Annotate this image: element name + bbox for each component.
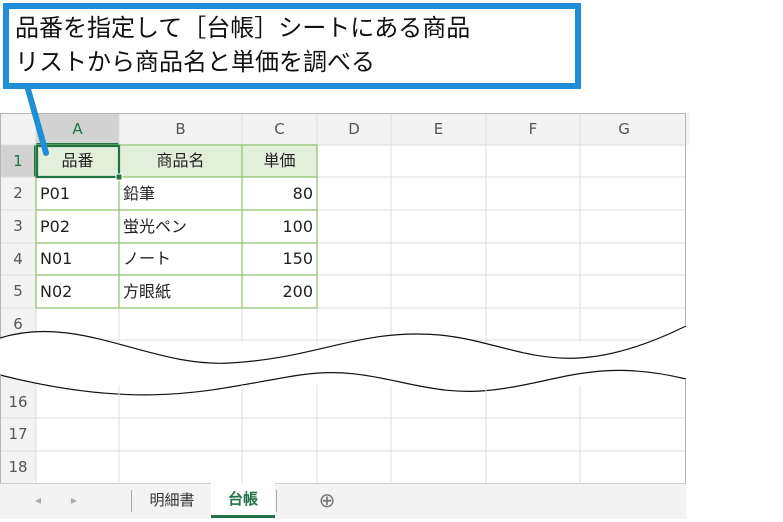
- row-header-1[interactable]: 1: [0, 145, 36, 177]
- column-header-a[interactable]: A: [36, 113, 119, 145]
- tab-daicho[interactable]: 台帳: [211, 483, 275, 518]
- sheet-tab-bar: ◂ ▸ 明細書 台帳 ⊕: [0, 483, 686, 519]
- cell-b5[interactable]: 方眼紙: [119, 275, 242, 308]
- tab-divider: [276, 490, 277, 512]
- cell-a5[interactable]: N02: [36, 275, 119, 308]
- callout-line-1: 品番を指定して［台帳］シートにある商品: [15, 14, 471, 42]
- row-header-16[interactable]: 16: [0, 386, 36, 418]
- tab-divider: [131, 490, 132, 512]
- cell-c2[interactable]: 80: [242, 177, 317, 210]
- cell-c1[interactable]: 単価: [242, 145, 317, 177]
- tab-meisaisho[interactable]: 明細書: [134, 484, 210, 516]
- cell-a3[interactable]: P02: [36, 210, 119, 243]
- cell-b4[interactable]: ノート: [119, 243, 242, 275]
- cell-a4[interactable]: N01: [36, 243, 119, 275]
- cell-c4[interactable]: 150: [242, 243, 317, 275]
- cell-c5[interactable]: 200: [242, 275, 317, 308]
- tab-scroll-right-icon[interactable]: ▸: [64, 484, 84, 516]
- column-header-f[interactable]: F: [486, 113, 580, 145]
- cell-a2[interactable]: P01: [36, 177, 119, 210]
- callout-box: 品番を指定して［台帳］シートにある商品 リストから商品名と単価を調べる: [3, 3, 581, 89]
- cell-b1[interactable]: 商品名: [119, 145, 242, 177]
- spreadsheet: A B C D E F G 1 2 3 4 5 6 16 17 18 品番 商品…: [0, 113, 690, 518]
- add-sheet-icon[interactable]: ⊕: [312, 484, 342, 516]
- row-header-17[interactable]: 17: [0, 418, 36, 451]
- tab-scroll-left-icon[interactable]: ◂: [28, 484, 48, 516]
- cell-c3[interactable]: 100: [242, 210, 317, 243]
- column-header-b[interactable]: B: [119, 113, 242, 145]
- column-header-d[interactable]: D: [317, 113, 391, 145]
- row-header-6[interactable]: 6: [0, 308, 36, 340]
- cell-a1[interactable]: 品番: [36, 145, 119, 177]
- row-header-3[interactable]: 3: [0, 210, 36, 243]
- row-header-5[interactable]: 5: [0, 275, 36, 308]
- callout-line-2: リストから商品名と単価を調べる: [15, 48, 375, 76]
- row-header-4[interactable]: 4: [0, 243, 36, 275]
- row-header-2[interactable]: 2: [0, 177, 36, 210]
- row-header-18[interactable]: 18: [0, 451, 36, 484]
- cell-b2[interactable]: 鉛筆: [119, 177, 242, 210]
- column-header-e[interactable]: E: [391, 113, 486, 145]
- column-header-c[interactable]: C: [242, 113, 317, 145]
- column-header-g[interactable]: G: [580, 113, 668, 145]
- cell-b3[interactable]: 蛍光ペン: [119, 210, 242, 243]
